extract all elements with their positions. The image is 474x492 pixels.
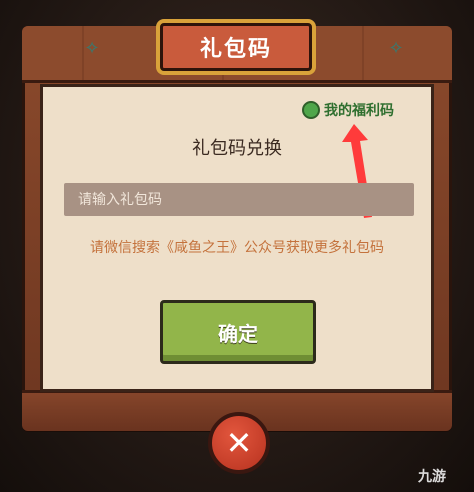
gift-code-input[interactable] <box>64 183 414 216</box>
fish-icon-right: ✧ <box>388 38 404 59</box>
watermark-logo: 九游 <box>418 469 446 485</box>
welfare-link-label: 我的福利码 <box>324 103 394 119</box>
confirm-button-label: 确定 <box>218 321 258 346</box>
close-button[interactable]: ✕ <box>208 412 270 474</box>
title-plaque: 礼包码 <box>160 23 312 71</box>
section-title: 礼包码兑换 <box>192 138 282 159</box>
hint-text: 请微信搜索《咸鱼之王》公众号获取更多礼包码 <box>90 240 384 256</box>
welfare-icon <box>302 101 320 119</box>
close-icon: ✕ <box>225 424 253 462</box>
dialog-title: 礼包码 <box>199 37 272 62</box>
confirm-button[interactable]: 确定 <box>160 300 316 364</box>
fish-icon-left: ✧ <box>84 38 100 59</box>
my-welfare-code-link[interactable]: 我的福利码 <box>302 100 394 120</box>
